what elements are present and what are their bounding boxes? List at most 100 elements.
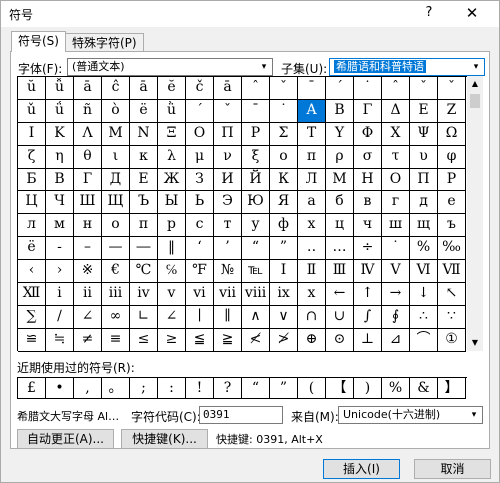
symbol-cell[interactable]: ‖	[158, 237, 186, 261]
font-combobox[interactable]: (普通文本) ▾	[67, 58, 273, 76]
symbol-cell[interactable]: φ	[438, 145, 466, 169]
chevron-down-icon[interactable]: ▾	[467, 59, 484, 75]
symbol-cell[interactable]: ǜ	[158, 99, 186, 123]
symbol-cell[interactable]: ⅵ	[186, 283, 214, 306]
symbol-cell[interactable]: Κ	[46, 122, 74, 146]
symbol-cell[interactable]: ν	[214, 145, 242, 169]
symbol-cell[interactable]: ÷	[354, 237, 382, 261]
symbol-cell[interactable]: ˇ	[214, 99, 242, 123]
symbol-cell[interactable]: ‘	[186, 237, 214, 261]
help-button[interactable]: ?	[417, 2, 441, 24]
scroll-down-icon[interactable]: ▼	[467, 335, 483, 351]
symbol-cell[interactable]: Е	[130, 168, 158, 192]
symbol-cell[interactable]: Δ	[382, 99, 410, 123]
symbol-cell[interactable]: ζ	[18, 145, 46, 169]
symbol-cell[interactable]: ∟	[130, 305, 158, 329]
symbol-cell[interactable]: Ⅰ	[270, 260, 298, 284]
symbol-cell[interactable]: ←	[326, 283, 354, 306]
symbol-cell[interactable]: ш	[382, 214, 410, 238]
symbol-cell[interactable]: η	[46, 145, 74, 169]
symbol-cell[interactable]: К	[270, 168, 298, 192]
recent-symbol-cell[interactable]: )	[354, 378, 382, 399]
symbol-cell[interactable]: “	[242, 237, 270, 261]
symbol-cell[interactable]: Р	[438, 168, 466, 192]
symbol-cell[interactable]: ∠	[158, 305, 186, 329]
symbol-cell[interactable]: ё	[18, 237, 46, 261]
symbol-cell[interactable]: ∣	[186, 305, 214, 329]
symbol-cell[interactable]: Σ	[270, 122, 298, 146]
symbol-cell[interactable]: ο	[270, 145, 298, 169]
recent-symbol-cell[interactable]: 【	[326, 378, 354, 399]
symbol-cell[interactable]: ∴	[410, 305, 438, 329]
symbol-cell[interactable]: Ρ	[242, 122, 270, 146]
symbol-cell[interactable]: Ⅲ	[326, 260, 354, 284]
symbol-cell[interactable]: ‥	[298, 237, 326, 261]
symbol-cell[interactable]: ∠	[74, 305, 102, 329]
symbol-cell[interactable]: т	[214, 214, 242, 238]
symbol-cell[interactable]: ⊙	[326, 328, 354, 352]
symbol-cell[interactable]: ›	[46, 260, 74, 284]
subset-combobox[interactable]: 希腊语和科普特语 ▾	[329, 58, 485, 76]
symbol-cell[interactable]: ‹	[18, 260, 46, 284]
symbol-cell[interactable]: λ	[158, 145, 186, 169]
recent-symbol-cell[interactable]: !	[186, 378, 214, 399]
symbol-cell[interactable]: Π	[214, 122, 242, 146]
recent-symbol-cell[interactable]: :	[158, 378, 186, 399]
symbol-cell[interactable]: ∮	[382, 305, 410, 329]
symbol-cell[interactable]: ‰	[438, 237, 466, 261]
recent-symbol-cell[interactable]: ?	[214, 378, 242, 399]
symbol-cell[interactable]: ⅶ	[214, 283, 242, 306]
recent-symbol-cell[interactable]: •	[46, 378, 74, 399]
symbol-cell[interactable]: ⅲ	[102, 283, 130, 306]
symbol-cell[interactable]: Ω	[438, 122, 466, 146]
symbol-cell[interactable]: π	[298, 145, 326, 169]
symbol-cell[interactable]: ˇ	[410, 77, 438, 100]
symbol-cell[interactable]: ⅱ	[74, 283, 102, 306]
symbol-cell[interactable]: Α	[298, 99, 326, 123]
symbol-cell[interactable]: Ε	[410, 99, 438, 123]
recent-symbol-cell[interactable]: ;	[130, 378, 158, 399]
symbol-cell[interactable]: υ	[410, 145, 438, 169]
symbol-cell[interactable]: у	[242, 214, 270, 238]
symbol-cell[interactable]: Ζ	[438, 99, 466, 123]
symbol-cell[interactable]: Ⅶ	[438, 260, 466, 284]
symbol-cell[interactable]: П	[410, 168, 438, 192]
symbol-cell[interactable]: ∫	[354, 305, 382, 329]
symbol-cell[interactable]: Я	[270, 191, 298, 215]
symbol-cell[interactable]: ∧	[242, 305, 270, 329]
recent-symbol-cell[interactable]: ,	[74, 378, 102, 399]
symbol-cell[interactable]: ※	[74, 260, 102, 284]
recent-symbol-cell[interactable]: 。	[102, 378, 130, 399]
symbol-cell[interactable]: л	[18, 214, 46, 238]
symbol-cell[interactable]: ∵	[438, 305, 466, 329]
recent-symbol-cell[interactable]: £	[18, 378, 46, 399]
symbol-cell[interactable]: ∕	[46, 305, 74, 329]
symbol-cell[interactable]: Υ	[326, 122, 354, 146]
symbol-cell[interactable]: Э	[214, 191, 242, 215]
symbol-cell[interactable]: ’	[214, 237, 242, 261]
symbol-cell[interactable]: в	[354, 191, 382, 215]
symbol-cell[interactable]: Д	[102, 168, 130, 192]
symbol-cell[interactable]: щ	[410, 214, 438, 238]
recent-symbol-cell[interactable]: %	[382, 378, 410, 399]
symbol-cell[interactable]: Щ	[102, 191, 130, 215]
symbol-grid-scrollbar[interactable]: ▲ ▼	[467, 76, 483, 351]
symbol-cell[interactable]: ĕ	[158, 77, 186, 100]
symbol-cell[interactable]: Б	[18, 168, 46, 192]
symbol-cell[interactable]: %	[410, 237, 438, 261]
symbol-cell[interactable]: ˊ	[186, 99, 214, 123]
symbol-cell[interactable]: ˉ	[242, 99, 270, 123]
symbol-cell[interactable]: х	[298, 214, 326, 238]
symbol-cell[interactable]: ⊿	[382, 328, 410, 352]
symbol-cell[interactable]: ρ	[326, 145, 354, 169]
symbol-cell[interactable]: —	[102, 237, 130, 261]
symbol-cell[interactable]: ∩	[298, 305, 326, 329]
symbol-cell[interactable]: ˇ	[438, 77, 466, 100]
symbol-cell[interactable]: ⅴ	[158, 283, 186, 306]
symbol-cell[interactable]: И	[214, 168, 242, 192]
symbol-cell[interactable]: №	[214, 260, 242, 284]
symbol-cell[interactable]: п	[130, 214, 158, 238]
symbol-cell[interactable]: ↖	[438, 283, 466, 306]
symbol-cell[interactable]: ò	[102, 99, 130, 123]
symbol-cell[interactable]: М	[326, 168, 354, 192]
